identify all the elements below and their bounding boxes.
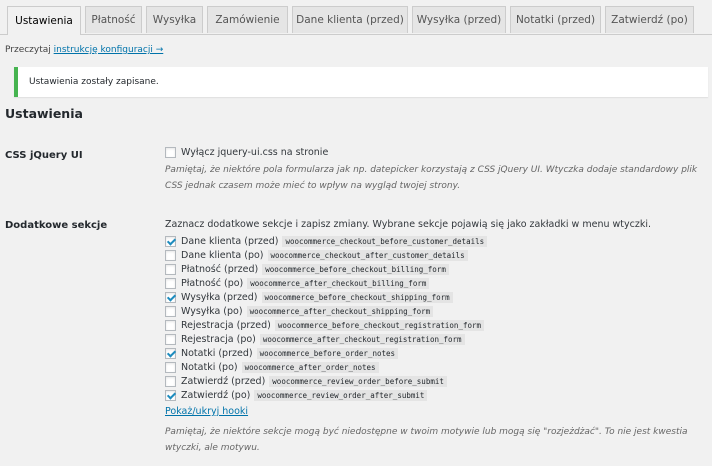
css-description: Pamiętaj, że niektóre pola formularza ja…	[165, 162, 697, 194]
section-option[interactable]: Notatki (przed) woocommerce_before_order_…	[165, 347, 399, 360]
section-option[interactable]: Zatwierdź (przed) woocommerce_review_orde…	[165, 375, 447, 388]
section-option-checkbox[interactable]	[165, 390, 176, 401]
disable-jquery-css-checkbox[interactable]	[165, 147, 176, 158]
section-option-label: Notatki (po)	[181, 362, 238, 373]
tab-notatki-przed[interactable]: Notatki (przed)	[510, 6, 601, 33]
tab-wysylka[interactable]: Wysyłka	[146, 6, 203, 33]
css-jquery-ui-label: CSS jQuery UI	[5, 150, 83, 161]
section-option-label: Płatność (po)	[181, 278, 244, 289]
section-option-checkbox[interactable]	[165, 306, 176, 317]
section-title: Ustawienia	[5, 106, 83, 121]
section-option-label: Zatwierdź (przed)	[181, 376, 266, 387]
section-option-hook: woocommerce_before_checkout_billing_form	[262, 264, 449, 275]
toggle-hooks-link[interactable]: Pokaż/ukryj hooki	[165, 406, 248, 417]
section-option-hook: woocommerce_before_checkout_registration…	[274, 320, 485, 331]
section-option-checkbox[interactable]	[165, 264, 176, 275]
section-option-hook: woocommerce_checkout_before_customer_det…	[282, 236, 488, 247]
section-option-label: Zatwierdź (po)	[181, 390, 251, 401]
section-option-hook: woocommerce_before_order_notes	[256, 348, 399, 359]
section-option-checkbox[interactable]	[165, 292, 176, 303]
tab-zamowienie[interactable]: Zamówienie	[207, 6, 288, 33]
section-option-checkbox[interactable]	[165, 320, 176, 331]
section-option-label: Rejestracja (przed)	[181, 320, 271, 331]
section-option[interactable]: Płatność (przed) woocommerce_before_check…	[165, 263, 449, 276]
section-option-hook: woocommerce_before_checkout_shipping_for…	[261, 292, 453, 303]
disable-jquery-css-label: Wyłącz jquery-ui.css na stronie	[181, 147, 329, 158]
section-option[interactable]: Wysyłka (po) woocommerce_after_checkout_s…	[165, 305, 434, 318]
sections-description-line-1: Pamiętaj, że niektóre sekcje mogą być ni…	[165, 427, 688, 437]
section-option-checkbox[interactable]	[165, 236, 176, 247]
disable-jquery-css-option[interactable]: Wyłącz jquery-ui.css na stronie	[165, 146, 328, 159]
additional-sections-label: Dodatkowe sekcje	[5, 220, 108, 231]
section-option[interactable]: Rejestracja (po) woocommerce_after_checko…	[165, 333, 465, 346]
section-option-checkbox[interactable]	[165, 376, 176, 387]
css-description-line-1: Pamiętaj, że niektóre pola formularza ja…	[165, 165, 698, 175]
tab-bar: Ustawienia Płatność Wysyłka Zamówienie D…	[0, 0, 712, 35]
section-option-hook: woocommerce_checkout_after_customer_deta…	[267, 250, 468, 261]
notice-text: Ustawienia zostały zapisane.	[29, 77, 159, 87]
instruction-link[interactable]: instrukcję konfiguracji →	[54, 45, 164, 55]
section-option-label: Wysyłka (po)	[181, 306, 243, 317]
section-option[interactable]: Wysyłka (przed) woocommerce_before_checko…	[165, 291, 453, 304]
tab-dane-klienta-przed[interactable]: Dane klienta (przed)	[292, 6, 408, 33]
css-description-line-2: CSS jednak czasem może mieć to wpływ na …	[165, 181, 461, 191]
section-option-label: Płatność (przed)	[181, 264, 259, 275]
section-option-label: Notatki (przed)	[181, 348, 253, 359]
section-option-checkbox[interactable]	[165, 278, 176, 289]
section-option[interactable]: Dane klienta (przed) woocommerce_checkout…	[165, 235, 488, 248]
success-notice: Ustawienia zostały zapisane.	[14, 67, 708, 97]
tab-wysylka-przed[interactable]: Wysyłka (przed)	[412, 6, 506, 33]
section-option-checkbox[interactable]	[165, 362, 176, 373]
section-option-hook: woocommerce_review_order_before_submit	[269, 376, 447, 387]
tab-ustawienia[interactable]: Ustawienia	[7, 6, 81, 35]
sections-description: Pamiętaj, że niektóre sekcje mogą być ni…	[165, 424, 688, 456]
section-option[interactable]: Płatność (po) woocommerce_after_checkout_…	[165, 277, 430, 290]
instruction-line: Przeczytaj instrukcję konfiguracji →	[5, 45, 163, 55]
tab-zatwierdz-po[interactable]: Zatwierdź (po)	[605, 6, 694, 33]
section-option-label: Rejestracja (po)	[181, 334, 256, 345]
section-option-hook: woocommerce_after_checkout_shipping_form	[246, 306, 434, 317]
section-option[interactable]: Dane klienta (po) woocommerce_checkout_af…	[165, 249, 468, 262]
section-option-hook: woocommerce_after_checkout_registration_…	[259, 334, 465, 345]
additional-sections-intro: Zaznacz dodatkowe sekcje i zapisz zmiany…	[165, 219, 651, 230]
section-option-checkbox[interactable]	[165, 348, 176, 359]
sections-description-line-2: wtyczki, ale motywu.	[165, 443, 260, 453]
instruction-prefix: Przeczytaj	[5, 45, 54, 55]
section-option-checkbox[interactable]	[165, 334, 176, 345]
section-option[interactable]: Zatwierdź (po) woocommerce_review_order_a…	[165, 389, 428, 402]
section-option-hook: woocommerce_after_checkout_billing_form	[247, 278, 430, 289]
section-option-checkbox[interactable]	[165, 250, 176, 261]
section-option[interactable]: Rejestracja (przed) woocommerce_before_ch…	[165, 319, 485, 332]
section-option-label: Wysyłka (przed)	[181, 292, 258, 303]
section-option[interactable]: Notatki (po) woocommerce_after_order_note…	[165, 361, 379, 374]
section-option-label: Dane klienta (po)	[181, 250, 264, 261]
tab-platnosc[interactable]: Płatność	[85, 6, 142, 33]
section-option-hook: woocommerce_after_order_notes	[241, 362, 379, 373]
section-option-hook: woocommerce_review_order_after_submit	[254, 390, 428, 401]
section-option-label: Dane klienta (przed)	[181, 236, 279, 247]
